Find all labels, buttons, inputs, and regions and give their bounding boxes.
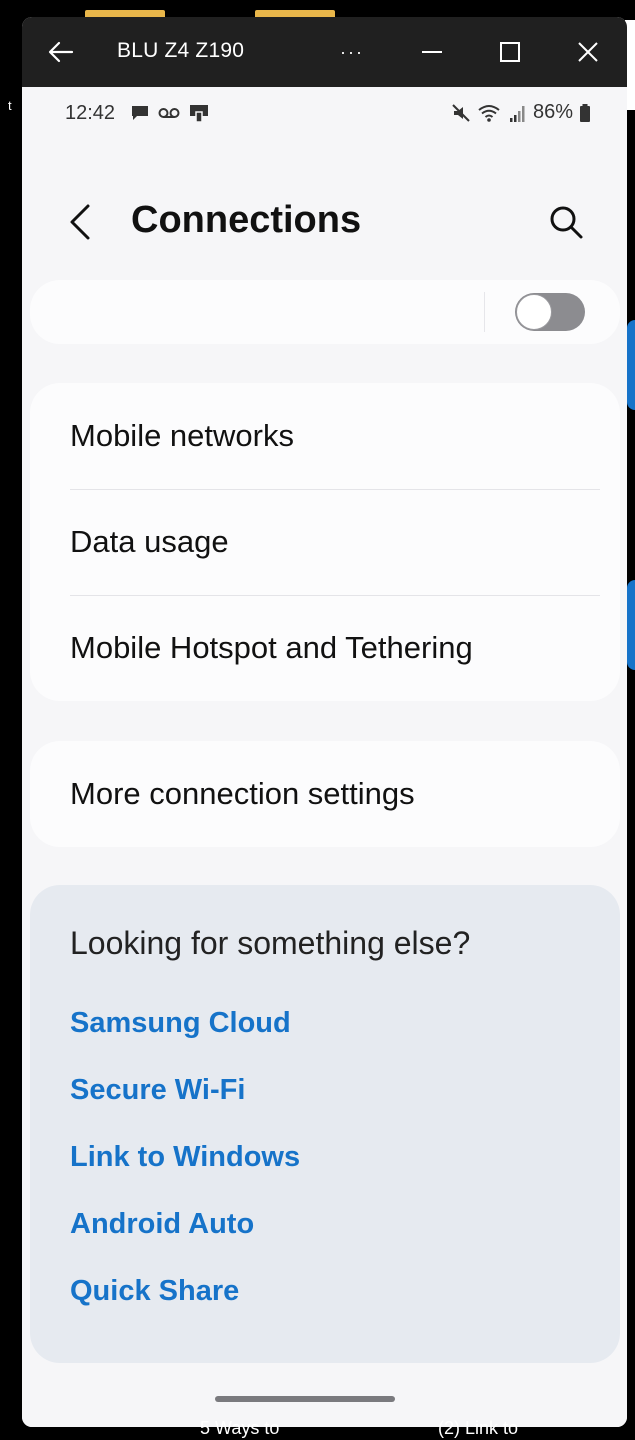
gesture-handle[interactable] — [215, 1396, 395, 1402]
list-item-mobile-hotspot[interactable]: Mobile Hotspot and Tethering — [70, 595, 610, 701]
toggle-knob — [516, 294, 552, 330]
link-samsung-cloud[interactable]: Samsung Cloud — [70, 1007, 291, 1040]
close-icon — [578, 42, 598, 62]
connections-list-card: Mobile networks Data usage Mobile Hotspo… — [30, 383, 620, 701]
battery-percentage: 86% — [532, 101, 573, 123]
maximize-icon — [500, 42, 520, 62]
window-back-button[interactable] — [46, 37, 76, 67]
settings-header: Connections — [22, 187, 627, 257]
link-quick-share[interactable]: Quick Share — [70, 1275, 239, 1308]
wifi-icon — [478, 104, 500, 122]
signal-icon — [509, 105, 525, 122]
back-button[interactable] — [62, 200, 102, 244]
battery-icon — [580, 103, 590, 122]
screen-mirror-icon — [190, 105, 208, 123]
setting-toggle-switch[interactable] — [515, 293, 585, 331]
link-link-to-windows[interactable]: Link to Windows — [70, 1141, 300, 1174]
page-title: Connections — [131, 199, 362, 241]
toggle-divider — [484, 292, 485, 332]
desktop-blue-shape — [627, 320, 635, 410]
window-title: BLU Z4 Z190 — [117, 39, 245, 62]
mute-icon — [452, 103, 470, 122]
phone-screen: 12:42 86% Connections Mobile networks Da… — [22, 87, 627, 1427]
emulator-window: BLU Z4 Z190 ··· 12:42 86% Connections Mo… — [22, 17, 627, 1427]
suggestions-title: Looking for something else? — [70, 925, 471, 961]
list-item-data-usage[interactable]: Data usage — [70, 489, 610, 595]
voicemail-icon — [158, 108, 180, 118]
search-icon — [550, 206, 583, 239]
desktop-blue-shape — [627, 580, 635, 670]
window-more-button[interactable]: ··· — [334, 35, 370, 69]
status-time: 12:42 — [65, 102, 116, 124]
arrow-left-icon — [48, 41, 74, 63]
status-bar: 12:42 86% — [22, 87, 627, 137]
status-notification-icons — [130, 103, 210, 123]
toggle-setting-card[interactable] — [30, 280, 620, 344]
more-settings-card: More connection settings — [30, 741, 620, 847]
window-titlebar: BLU Z4 Z190 ··· — [22, 17, 627, 87]
message-icon — [132, 106, 148, 120]
desktop-peek-text-right: (2) Link to — [438, 1418, 519, 1438]
window-maximize-button[interactable] — [492, 35, 528, 69]
search-button[interactable] — [544, 200, 588, 244]
status-system-icons: 86% — [451, 101, 591, 124]
link-secure-wifi[interactable]: Secure Wi-Fi — [70, 1074, 245, 1107]
window-minimize-button[interactable] — [414, 35, 450, 69]
link-android-auto[interactable]: Android Auto — [70, 1208, 254, 1241]
minimize-icon — [422, 51, 442, 53]
window-close-button[interactable] — [570, 35, 606, 69]
suggestions-card: Looking for something else? Samsung Clou… — [30, 885, 620, 1363]
chevron-left-icon — [70, 204, 90, 240]
list-item-more-connection-settings[interactable]: More connection settings — [70, 741, 610, 847]
desktop-peek-text-left: 5 Ways to — [200, 1418, 280, 1438]
desktop-left-glyph: t — [8, 98, 12, 113]
list-item-mobile-networks[interactable]: Mobile networks — [70, 383, 610, 489]
